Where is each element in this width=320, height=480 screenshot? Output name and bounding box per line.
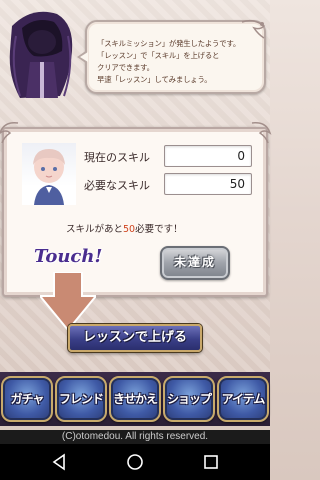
down-arrow-icon — [40, 272, 96, 330]
ornament-icon — [241, 19, 266, 39]
avatar — [22, 143, 76, 205]
nav-shop-button[interactable]: ショップ — [163, 376, 215, 422]
speech-line-2: 「レッスン」で「スキル」を上げると — [97, 51, 220, 60]
need-value: 50 — [123, 224, 136, 235]
nav-dressup-button[interactable]: きせかえ — [109, 376, 161, 422]
hooded-character-portrait — [9, 11, 73, 98]
back-icon[interactable] — [50, 453, 68, 471]
nav-friend-button[interactable]: フレンド — [55, 376, 107, 422]
not-achieved-button[interactable]: 未達成 — [160, 246, 230, 280]
speech-line-3: クリアできます。 — [97, 63, 154, 72]
ornament-icon — [251, 121, 272, 144]
speech-line-4: 早速「レッスン」してみましょう。 — [97, 75, 212, 84]
required-skill-value: 50 — [164, 173, 252, 195]
lesson-levelup-button[interactable]: レッスンで上げる — [68, 324, 202, 352]
copyright: (C)otomedou. All rights reserved. — [0, 430, 270, 444]
ornament-icon — [0, 121, 19, 144]
need-suffix: 必要です！ — [135, 224, 183, 235]
nav-item-button[interactable]: アイテム — [217, 376, 269, 422]
skill-needed-message: スキルがあと50必要です！ — [66, 221, 183, 235]
need-prefix: スキルがあと — [66, 224, 124, 235]
nav-gacha-button[interactable]: ガチャ — [1, 376, 53, 422]
speech-line-1: 「スキルミッション」が発生したようです。 — [97, 39, 241, 48]
current-skill-value: 0 — [164, 145, 252, 167]
touch-hint: Touch! — [34, 246, 103, 267]
recents-icon[interactable] — [202, 453, 220, 471]
current-skill-label: 現在のスキル — [84, 151, 150, 164]
home-icon[interactable] — [126, 453, 144, 471]
required-skill-label: 必要なスキル — [84, 179, 150, 192]
tutorial-speech-bubble: 「スキルミッション」が発生したようです。 「レッスン」で「スキル」を上げると ク… — [77, 19, 266, 94]
